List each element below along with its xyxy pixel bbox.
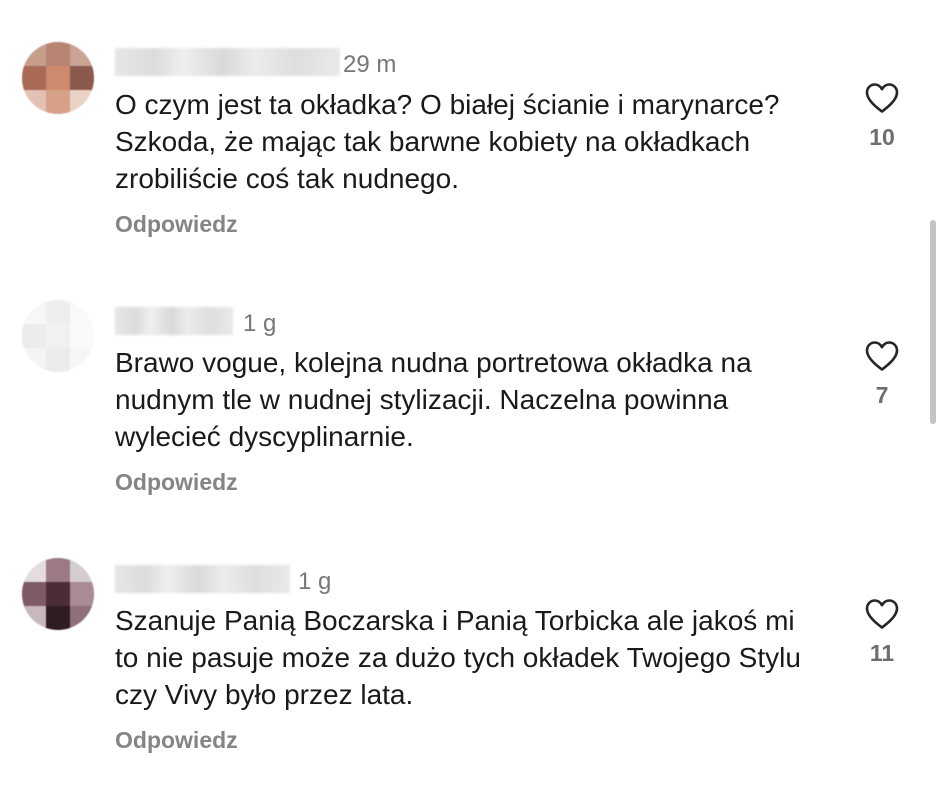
heart-outline-icon[interactable] — [864, 340, 900, 372]
avatar-image — [22, 558, 94, 630]
username-redacted[interactable] — [115, 307, 233, 335]
comment-text: Brawo vogue, kolejna nudna portretowa ok… — [115, 347, 752, 452]
avatar-image — [22, 300, 94, 372]
reply-button[interactable]: Odpowiedz — [115, 211, 238, 238]
heart-outline-icon[interactable] — [864, 598, 900, 630]
like-control: 10 — [860, 82, 904, 151]
comment-text: O czym jest ta okładka? O białej ścianie… — [115, 89, 780, 194]
comment-item: 1 g Brawo vogue, kolejna nudna portretow… — [0, 258, 945, 516]
like-count: 10 — [869, 124, 895, 150]
like-count: 7 — [875, 382, 889, 408]
like-control: 7 — [860, 340, 904, 409]
heart-outline-icon[interactable] — [864, 82, 900, 114]
avatar[interactable] — [22, 300, 94, 372]
reply-button[interactable]: Odpowiedz — [115, 469, 238, 496]
comment-time: 1 g — [298, 568, 332, 595]
comment-item: 29 m O czym jest ta okładka? O białej śc… — [0, 0, 945, 258]
like-count: 11 — [869, 640, 895, 666]
like-control: 11 — [860, 598, 904, 667]
username-redacted[interactable] — [115, 565, 290, 593]
comment-text: Szanuje Panią Boczarska i Panią Torbicka… — [115, 605, 801, 710]
username-redacted[interactable] — [115, 48, 340, 76]
scrollbar[interactable] — [930, 220, 936, 424]
avatar-image — [22, 42, 94, 114]
avatar[interactable] — [22, 558, 94, 630]
reply-button[interactable]: Odpowiedz — [115, 727, 238, 754]
comment-time: 29 m — [343, 51, 397, 78]
comment-time: 1 g — [243, 310, 277, 337]
comment-item: 1 g Szanuje Panią Boczarska i Panią Torb… — [0, 516, 945, 774]
avatar[interactable] — [22, 42, 94, 114]
